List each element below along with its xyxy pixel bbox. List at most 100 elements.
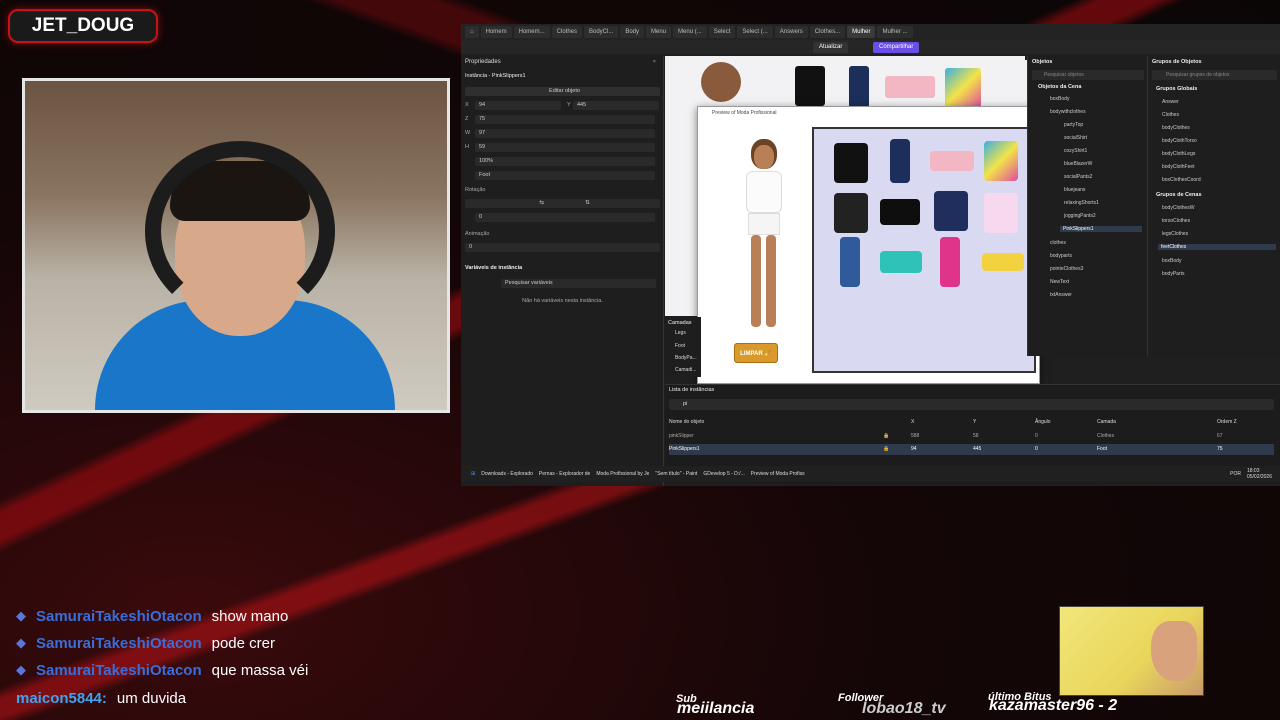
layer-item[interactable]: Legs xyxy=(675,330,686,336)
tab[interactable]: Menu xyxy=(646,26,672,38)
os-taskbar: ⊞ Downloads - Explorado Pernas - Explora… xyxy=(461,466,1280,482)
tab[interactable]: Homem... xyxy=(513,26,550,38)
object-item[interactable]: bodywithclothes xyxy=(1050,109,1086,115)
navy-pants[interactable] xyxy=(849,66,869,108)
clock[interactable]: 18:03 05/02/2026 xyxy=(1247,468,1280,480)
group-item[interactable]: legsClothes xyxy=(1162,231,1188,237)
layer-item[interactable]: Foot xyxy=(675,343,685,349)
group-item[interactable]: bodyClothFeet xyxy=(1162,164,1195,170)
objects-title: Objetos xyxy=(1032,59,1053,65)
z-field[interactable]: 75 xyxy=(475,115,655,124)
tab[interactable]: Answers xyxy=(774,26,808,38)
blue-blazer[interactable] xyxy=(934,191,968,231)
width-field[interactable]: 97 xyxy=(475,129,655,138)
tab[interactable]: Mulher ... xyxy=(877,26,913,38)
tab[interactable]: Homem xyxy=(480,26,512,38)
tab-active[interactable]: Mulher xyxy=(847,26,876,38)
follower-value: lobao18_tv xyxy=(862,700,946,717)
group-item[interactable]: bodyClothesW xyxy=(1162,205,1195,211)
object-item-selected[interactable]: PinkSlippers1 xyxy=(1060,226,1142,232)
height-field[interactable]: 59 xyxy=(475,143,655,152)
object-item[interactable]: relaxingShorts1 xyxy=(1064,200,1099,206)
close-icon[interactable]: × xyxy=(653,59,656,65)
tab[interactable]: Body xyxy=(620,26,645,38)
search-groups-input[interactable]: Pesquisar grupos de objetos xyxy=(1152,70,1277,80)
opacity-field[interactable]: 100% xyxy=(475,157,655,166)
pink-slippers[interactable] xyxy=(885,76,935,98)
group-item[interactable]: Clothes xyxy=(1162,112,1179,118)
group-item-selected[interactable]: feetClothes xyxy=(1158,244,1276,250)
taskbar-item[interactable]: Moda Profissional by Je xyxy=(596,471,649,477)
object-item[interactable]: NewText xyxy=(1050,279,1069,285)
object-item[interactable]: bodyparts xyxy=(1050,253,1072,259)
navy-pants[interactable] xyxy=(890,139,910,183)
floral-shorts[interactable] xyxy=(984,141,1018,181)
animation-label: Animação xyxy=(465,231,490,237)
tab[interactable]: Clothes xyxy=(551,26,582,38)
edit-object-button[interactable]: Editar objeto xyxy=(465,87,660,96)
tab[interactable]: Select (... xyxy=(737,26,773,38)
pink-jogging-pants[interactable] xyxy=(940,237,960,287)
windows-start-icon[interactable]: ⊞ xyxy=(471,471,475,477)
object-item[interactable]: socialShirt xyxy=(1064,135,1087,141)
keyboard-language[interactable]: POR xyxy=(1230,471,1241,477)
tab[interactable]: Clothes... xyxy=(809,26,846,38)
teal-sneakers[interactable] xyxy=(880,251,922,273)
tab[interactable]: BodyCl... xyxy=(584,26,619,38)
clothes-row xyxy=(785,60,1029,110)
flip-buttons[interactable]: ⇆ ⇅ xyxy=(465,199,660,208)
home-icon[interactable]: ⌂ xyxy=(465,26,479,38)
object-item[interactable]: partyTop xyxy=(1064,122,1083,128)
share-button[interactable]: Compartilhar xyxy=(873,42,920,53)
group-item[interactable]: boxBody xyxy=(1162,258,1181,264)
group-item[interactable]: bodyClothTorso xyxy=(1162,138,1197,144)
group-item[interactable]: torsoClothes xyxy=(1162,218,1190,224)
taskbar-item[interactable]: "Sem título" - Paint xyxy=(655,471,697,477)
table-row-selected[interactable]: PinkSlippers1 🔒 94 445 0 Foot 75 xyxy=(669,444,1274,455)
object-item[interactable]: clothes xyxy=(1050,240,1066,246)
object-item[interactable]: blueBlazerW xyxy=(1064,161,1092,167)
tab[interactable]: Select xyxy=(708,26,736,38)
clear-button[interactable]: LIMPAR 🧹 xyxy=(734,343,778,363)
object-item[interactable]: txtAnswer xyxy=(1050,292,1072,298)
layer-item[interactable]: BodyPa... xyxy=(675,355,697,361)
layer-select[interactable]: Foot xyxy=(475,171,655,180)
object-item[interactable]: boxBody xyxy=(1050,96,1069,102)
blue-jeans[interactable] xyxy=(840,237,860,287)
taskbar-item[interactable]: GDevelop 5 - D:/... xyxy=(703,471,744,477)
black-shirt[interactable] xyxy=(834,143,868,183)
taskbar-item[interactable]: Preview of Moda Profiss xyxy=(751,471,805,477)
update-button[interactable]: Atualizar xyxy=(813,42,849,53)
layer-item[interactable]: Camadi... xyxy=(675,367,696,373)
animation-field[interactable]: 0 xyxy=(465,243,660,252)
instance-table-header: Nome do objeto X Y Ângulo Camada Ordem Z xyxy=(669,419,1237,425)
rotation-field[interactable]: 0 xyxy=(475,213,655,222)
x-field[interactable]: 94 xyxy=(475,101,561,110)
table-row[interactable]: pinkSlipper 🔒 588 58 0 Clothes 67 xyxy=(669,431,1274,442)
search-variables-input[interactable]: Pesquisar variáveis xyxy=(501,279,656,288)
yellow-sandals[interactable] xyxy=(982,253,1024,271)
instance-search-input[interactable]: pi xyxy=(669,399,1274,410)
pink-slippers[interactable] xyxy=(930,151,974,171)
taskbar-item[interactable]: Pernas - Explorador de xyxy=(539,471,590,477)
tab[interactable]: Menu (... xyxy=(673,26,707,38)
taskbar-item[interactable]: Downloads - Explorado xyxy=(481,471,533,477)
object-item[interactable]: cozyShirt1 xyxy=(1064,148,1087,154)
y-field[interactable]: 445 xyxy=(573,101,659,110)
black-shirt[interactable] xyxy=(795,66,825,106)
object-item[interactable]: joggingPants2 xyxy=(1064,213,1096,219)
character-head[interactable] xyxy=(701,62,741,102)
object-item[interactable]: pointeClothes3 xyxy=(1050,266,1083,272)
black-heels[interactable] xyxy=(880,199,920,225)
object-item[interactable]: socialPants2 xyxy=(1064,174,1092,180)
floral-shorts[interactable] xyxy=(945,68,981,108)
group-item[interactable]: bodyParts xyxy=(1162,271,1185,277)
group-item[interactable]: bodyClothes xyxy=(1162,125,1190,131)
group-item[interactable]: boxClothesCoord xyxy=(1162,177,1201,183)
pastel-tshirt[interactable] xyxy=(984,193,1018,233)
group-item[interactable]: Answer xyxy=(1162,99,1179,105)
black-jacket[interactable] xyxy=(834,193,868,233)
object-item[interactable]: bluejeans xyxy=(1064,187,1085,193)
search-objects-input[interactable]: Pesquisar objetos xyxy=(1032,70,1144,80)
group-item[interactable]: bodyClothLegs xyxy=(1162,151,1195,157)
